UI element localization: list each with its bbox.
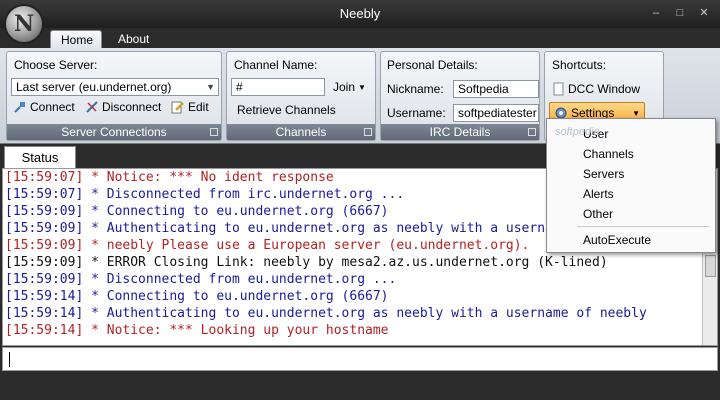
dcc-window-label: DCC Window (568, 82, 641, 96)
server-connections-group: Choose Server: Last server (eu.undernet.… (6, 51, 222, 141)
app-logo-button[interactable]: N (4, 4, 44, 44)
connect-label: Connect (30, 100, 75, 114)
server-select-value: Last server (eu.undernet.org) (16, 80, 172, 94)
server-connections-footer: Server Connections (7, 124, 221, 140)
tab-home[interactable]: Home (50, 30, 102, 48)
shortcuts-label: Shortcuts: (552, 58, 607, 72)
dcc-window-button[interactable]: DCC Window (551, 82, 640, 96)
text-caret (9, 352, 10, 367)
chevron-down-icon: ▼ (632, 108, 640, 118)
menu-item-other[interactable]: Other (583, 207, 613, 221)
channels-footer: Channels (227, 124, 375, 140)
menu-item-servers[interactable]: Servers (583, 167, 624, 181)
disconnect-icon (86, 101, 98, 113)
channels-title: Channels (275, 125, 327, 139)
server-select[interactable]: Last server (eu.undernet.org) ▼ (11, 78, 219, 96)
logo-letter: N (13, 11, 35, 37)
join-button[interactable]: Join ▼ (333, 80, 366, 94)
menu-item-channels[interactable]: Channels (583, 147, 634, 161)
disconnect-label: Disconnect (102, 100, 162, 114)
dialog-launcher-icon[interactable] (210, 128, 218, 136)
username-label: Username: (387, 106, 446, 120)
scrollbar-thumb[interactable] (705, 255, 716, 277)
channels-group: Channel Name: # Join ▼ Retrieve Channels… (226, 51, 376, 141)
irc-details-footer: IRC Details (381, 124, 539, 140)
server-connections-title: Server Connections (61, 125, 167, 139)
tab-status[interactable]: Status (4, 146, 76, 168)
chevron-down-icon: ▼ (206, 82, 215, 92)
watermark: softpedia (555, 126, 600, 138)
dialog-launcher-icon[interactable] (364, 128, 372, 136)
message-input[interactable] (2, 347, 718, 371)
retrieve-channels-button[interactable]: Retrieve Channels (237, 103, 336, 117)
title-bar: Neebly – □ ✕ (0, 0, 720, 28)
ribbon-tab-row: Home About (0, 28, 720, 48)
log-line: [15:59:09] * ERROR Closing Link: neebly … (5, 255, 608, 270)
edit-icon (171, 101, 184, 114)
close-button[interactable]: ✕ (696, 6, 712, 20)
irc-details-title: IRC Details (429, 125, 491, 139)
edit-button[interactable]: Edit (171, 100, 209, 114)
nickname-label: Nickname: (387, 82, 444, 96)
menu-item-alerts[interactable]: Alerts (583, 187, 614, 201)
document-icon (553, 82, 564, 96)
log-line: [15:59:09] * Disconnected from eu.undern… (5, 272, 397, 287)
choose-server-label: Choose Server: (14, 58, 98, 72)
menu-item-autoexecute[interactable]: AutoExecute (583, 233, 651, 247)
irc-details-group: Personal Details: Nickname: Softpedia Us… (380, 51, 540, 141)
bottom-bar (0, 372, 720, 400)
minimize-button[interactable]: – (648, 6, 664, 20)
log-line: [15:59:14] * Connecting to eu.undernet.o… (5, 289, 389, 304)
chevron-down-icon: ▼ (358, 82, 366, 92)
connect-icon (14, 102, 25, 113)
log-line: [15:59:14] * Authenticating to eu.undern… (5, 306, 647, 321)
disconnect-button[interactable]: Disconnect (85, 100, 161, 114)
menu-separator (577, 226, 709, 227)
window-title: Neebly (339, 6, 381, 21)
settings-menu: User Channels Servers Alerts Other AutoE… (546, 118, 716, 253)
edit-label: Edit (188, 100, 209, 114)
tab-about[interactable]: About (108, 30, 159, 48)
nickname-input[interactable]: Softpedia (453, 80, 539, 98)
dialog-launcher-icon[interactable] (528, 128, 536, 136)
connect-button[interactable]: Connect (13, 100, 75, 114)
log-line: [15:59:14] * Notice: *** Looking up your… (5, 323, 389, 338)
personal-details-label: Personal Details: (387, 58, 478, 72)
channel-name-input[interactable]: # (231, 78, 325, 96)
channel-name-label: Channel Name: (234, 58, 318, 72)
join-label: Join (333, 80, 356, 94)
maximize-button[interactable]: □ (672, 6, 688, 20)
username-input[interactable]: softpediatester (453, 104, 539, 122)
